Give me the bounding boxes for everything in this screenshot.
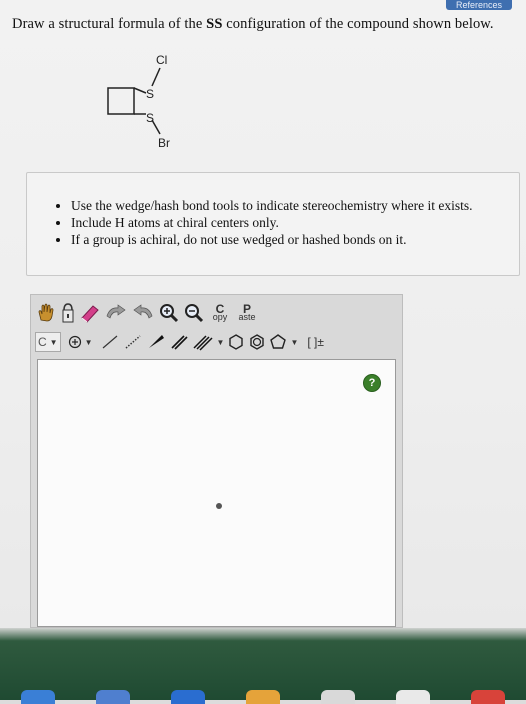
dock-app-icon[interactable]: [170, 690, 205, 704]
drawing-canvas[interactable]: ?: [37, 359, 396, 627]
dock-app-icon[interactable]: [471, 690, 506, 704]
paste-button[interactable]: Paste: [235, 303, 259, 322]
instruction-item: Use the wedge/hash bond tools to indicat…: [71, 197, 519, 214]
dock-app-icon[interactable]: [245, 690, 280, 704]
dock-app-icon[interactable]: [20, 690, 55, 704]
undo-icon: [106, 304, 126, 319]
lasso-icon: [62, 303, 74, 323]
label-br: Br: [158, 136, 170, 150]
label-s2: S: [146, 111, 154, 125]
molecule-structure: Cl S S Br: [107, 53, 170, 150]
hashed-bond-tool[interactable]: [123, 333, 143, 351]
single-bond-tool[interactable]: [100, 333, 120, 351]
eraser-tool[interactable]: [79, 302, 101, 324]
chevron-down-icon: ▼: [49, 337, 58, 347]
dock-app-icon[interactable]: [321, 690, 356, 704]
bond-ring-s1: [133, 87, 147, 94]
eraser-icon: [81, 305, 99, 323]
hashed-bond-icon: [125, 335, 141, 349]
bond-s1-cl: [151, 67, 161, 87]
single-bond-icon: [102, 335, 117, 349]
plus-circle-icon: [68, 335, 81, 349]
charge-select[interactable]: ▼: [65, 332, 96, 352]
hexagon-icon: [229, 334, 244, 350]
triple-bond-icon: [192, 335, 213, 351]
triple-bond-tool[interactable]: ▼: [192, 333, 225, 351]
instruction-item: If a group is achiral, do not use wedged…: [71, 231, 519, 248]
toolbar-row-1: Copy Paste: [35, 301, 262, 325]
instruction-item: Include H atoms at chiral centers only.: [71, 214, 519, 231]
hand-icon: [38, 303, 54, 322]
chevron-down-icon: ▼: [216, 337, 225, 347]
element-select[interactable]: C ▼: [35, 332, 61, 352]
wedge-bond-icon: [148, 335, 164, 348]
dock-app-icon[interactable]: [95, 690, 130, 704]
configuration-label: SS: [206, 16, 223, 32]
help-button[interactable]: ?: [363, 374, 381, 392]
redo-icon: [133, 304, 153, 319]
cyclobutane-ring: [107, 87, 135, 115]
undo-button[interactable]: [104, 302, 128, 324]
instructions-box: Use the wedge/hash bond tools to indicat…: [26, 172, 520, 276]
dock: [0, 690, 526, 704]
dock-app-icon[interactable]: [396, 690, 431, 704]
label-s1: S: [146, 87, 154, 101]
zoom-out-icon: [185, 304, 204, 323]
bracket-tool[interactable]: [ ]±: [307, 335, 324, 349]
copy-button[interactable]: Copy: [208, 303, 232, 322]
chevron-down-icon: ▼: [84, 337, 93, 347]
hexagon-tool[interactable]: [227, 333, 245, 351]
page: References Draw a structural formula of …: [0, 0, 526, 628]
benzene-icon: [250, 334, 265, 350]
question-text: Draw a structural formula of the SS conf…: [12, 16, 494, 32]
redo-button[interactable]: [131, 302, 155, 324]
pentagon-tool[interactable]: ▼: [269, 333, 298, 351]
structure-editor: Copy Paste C ▼ ▼ ▼ ▼ []± ?: [30, 294, 403, 628]
zoom-in-icon: [160, 304, 179, 323]
references-tab[interactable]: References: [445, 0, 512, 10]
chevron-down-icon: ▼: [290, 337, 299, 347]
lasso-tool[interactable]: [60, 302, 76, 324]
canvas-cursor-dot: [216, 503, 222, 509]
zoom-in-button[interactable]: [158, 302, 180, 324]
pentagon-icon: [270, 334, 287, 349]
zoom-out-button[interactable]: [183, 302, 205, 324]
benzene-tool[interactable]: [248, 333, 266, 351]
toolbar-row-2: C ▼ ▼ ▼ ▼ []±: [35, 331, 327, 353]
double-bond-tool[interactable]: [169, 333, 189, 351]
double-bond-icon: [170, 335, 188, 350]
wedge-bond-tool[interactable]: [146, 333, 166, 351]
label-cl: Cl: [156, 53, 167, 67]
hand-tool[interactable]: [35, 302, 57, 324]
